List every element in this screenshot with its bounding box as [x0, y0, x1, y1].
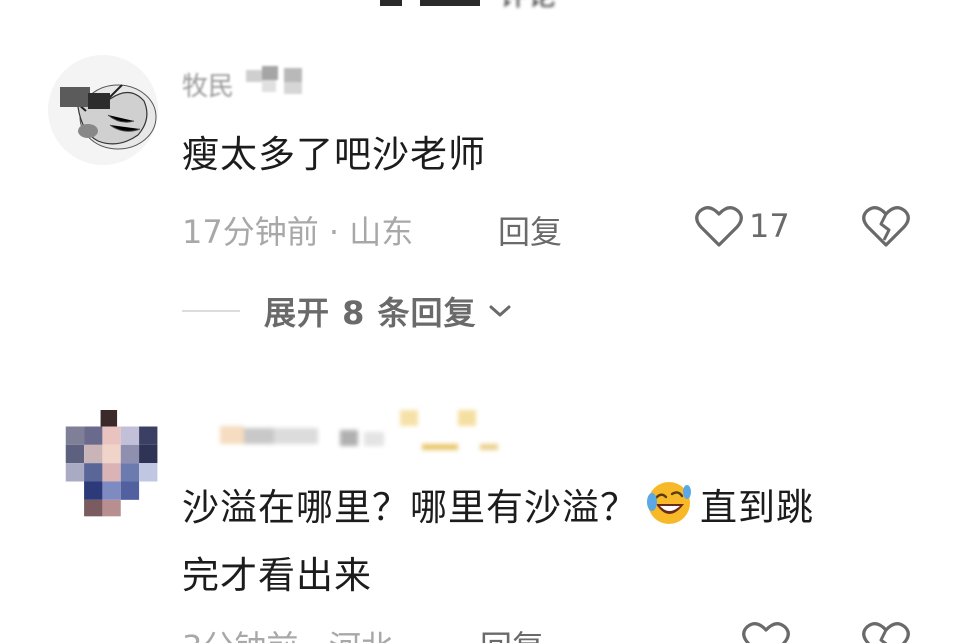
- comment-location: · 河北: [309, 628, 393, 643]
- avatar-image: [48, 55, 158, 165]
- like-count: 17: [749, 207, 790, 245]
- comment-meta: 3分钟前 · 河北: [182, 622, 393, 643]
- reply-button[interactable]: 回复: [498, 207, 562, 253]
- expand-replies-button[interactable]: 展开 8 条回复: [182, 288, 513, 334]
- username[interactable]: 牧民: [182, 66, 312, 100]
- rolling-on-floor-laughing-emoji: [647, 482, 691, 524]
- header-blur-block: [420, 0, 480, 6]
- avatar[interactable]: [48, 55, 158, 165]
- comment-time: 17分钟前: [182, 213, 319, 251]
- comment-location: · 山东: [328, 213, 414, 251]
- comment-text-content: 瘦太多了吧沙老师: [182, 133, 486, 176]
- username[interactable]: [200, 410, 510, 460]
- comment-text: 沙溢在哪里？哪里有沙溢？ 直到跳 完才看出来: [182, 474, 814, 610]
- avatar-mosaic: [56, 410, 158, 520]
- reply-button[interactable]: 回复: [480, 622, 544, 643]
- comment-text-content: 完才看出来: [182, 554, 372, 597]
- chevron-down-icon: [489, 305, 511, 317]
- username-text: 牧民: [182, 72, 235, 100]
- broken-heart-icon: [862, 622, 910, 643]
- heart-icon: [742, 622, 790, 643]
- comment-meta: 17分钟前 · 山东: [182, 207, 413, 253]
- comment-screen: 评论 牧民: [0, 0, 960, 643]
- comment-text: 瘦太多了吧沙老师: [182, 121, 486, 189]
- dislike-button[interactable]: [862, 204, 910, 248]
- username-mosaic: [220, 410, 498, 450]
- header-blur-block: [380, 0, 402, 6]
- heart-icon: [695, 206, 743, 247]
- like-button[interactable]: 17: [695, 204, 790, 248]
- comment-text-content: 沙溢在哪里？哪里有沙溢？: [182, 486, 638, 529]
- avatar[interactable]: [52, 410, 162, 530]
- like-button[interactable]: [742, 620, 790, 643]
- dislike-button[interactable]: [862, 620, 910, 643]
- comment-text-content: 直到跳: [700, 486, 814, 529]
- comment-time: 3分钟前: [182, 628, 298, 643]
- expand-replies-label: 展开 8 条回复: [264, 294, 477, 332]
- divider-line: [182, 310, 240, 312]
- header-title: 评论: [500, 0, 556, 14]
- header-fragment: 评论: [380, 0, 600, 18]
- username-mosaic: [242, 66, 312, 100]
- broken-heart-icon: [862, 206, 910, 247]
